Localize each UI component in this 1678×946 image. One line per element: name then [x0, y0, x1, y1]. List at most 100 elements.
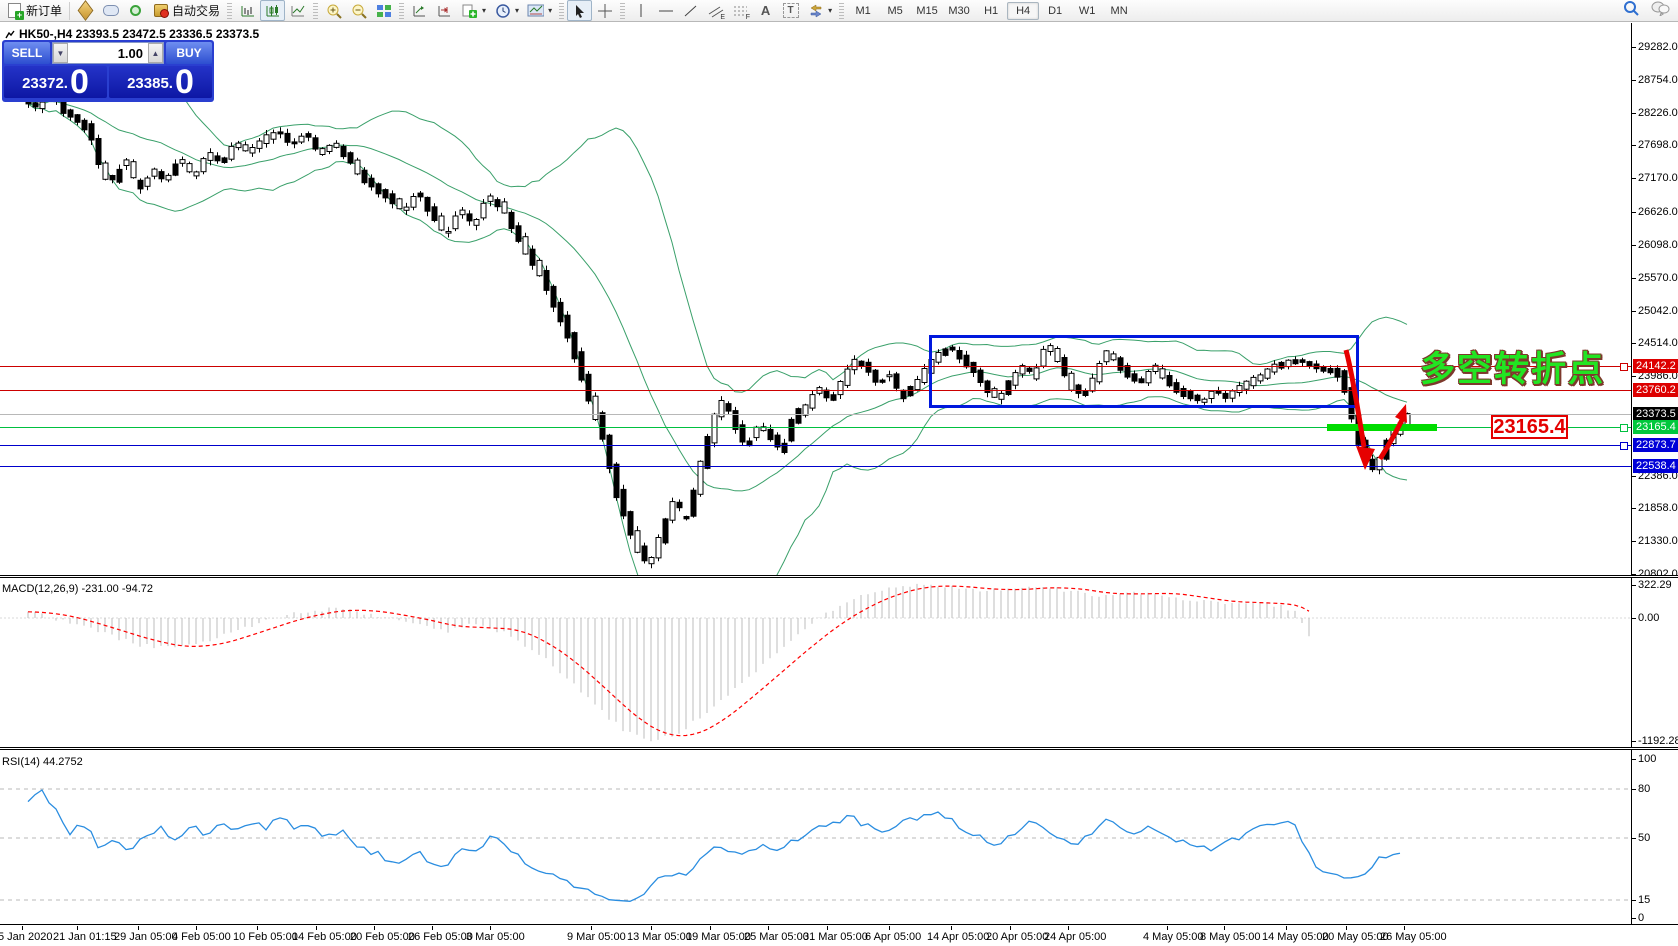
arrows-button[interactable]: ▾ [803, 0, 836, 21]
candle-body [844, 368, 851, 386]
horizontal-level-line-23373.5[interactable] [0, 414, 1631, 415]
timeframe-button-mn[interactable]: MN [1103, 2, 1135, 20]
timeframe-button-m5[interactable]: M5 [879, 2, 911, 20]
toolbar-grip [620, 2, 626, 19]
zoom-in-button[interactable] [321, 0, 346, 21]
candle-body [228, 145, 235, 160]
support-price-label[interactable]: 23165.4 [1491, 415, 1568, 439]
signal-button[interactable] [123, 0, 148, 21]
horizontal-line-button[interactable] [653, 0, 678, 21]
candle-body [788, 418, 795, 442]
time-axis-tick [710, 926, 711, 930]
zoom-out-button[interactable] [346, 0, 371, 21]
channel-icon: E [707, 3, 725, 21]
candle-body [669, 501, 676, 521]
horizontal-level-line-24142.2[interactable] [0, 366, 1631, 367]
chart-shift-button[interactable] [432, 0, 457, 21]
volume-decrease-button[interactable]: ▼ [53, 43, 68, 63]
level-anchor-marker[interactable] [1620, 442, 1628, 450]
indicators-button[interactable]: ▾ [457, 0, 490, 21]
timeframe-button-h1[interactable]: H1 [975, 2, 1007, 20]
candle-body [165, 174, 172, 181]
text-label-button[interactable]: T [778, 0, 803, 21]
time-axis-label: 31 Mar 05:00 [803, 931, 868, 943]
auto-trading-button[interactable]: 自动交易 [148, 0, 224, 21]
consolidation-rectangle[interactable] [929, 335, 1359, 408]
candlestick-chart-button[interactable] [260, 0, 286, 21]
candle-body [347, 152, 354, 164]
sell-price[interactable]: 23372. 0 [4, 65, 107, 99]
terminal-button[interactable] [98, 0, 123, 21]
cursor-button[interactable] [567, 0, 593, 21]
candle-body [1362, 439, 1369, 463]
rsi-tick-label: 15 [1631, 894, 1651, 906]
line-chart-icon [289, 3, 306, 19]
rsi-indicator-pane[interactable] [0, 750, 1631, 926]
time-axis-tick [77, 926, 78, 930]
templates-button[interactable]: ▾ [523, 0, 556, 21]
tile-windows-button[interactable] [371, 0, 396, 21]
search-button[interactable] [1623, 0, 1640, 22]
price-axis[interactable]: 29282.0 28754.0 28226.0 27698.0 27170.0 26626… [1631, 23, 1678, 926]
time-axis-tick [951, 926, 952, 930]
volume-value[interactable]: 1.00 [68, 46, 148, 61]
crosshair-button[interactable] [592, 0, 617, 21]
pane-separator[interactable] [0, 747, 1678, 750]
toolbar-grip [313, 2, 319, 19]
dropdown-caret-icon[interactable]: ▾ [548, 6, 552, 15]
candle-body [431, 206, 438, 222]
support-highlight-bar[interactable] [1327, 424, 1437, 431]
candle-body [557, 301, 564, 323]
equidistant-channel-button[interactable]: E [703, 0, 728, 21]
buy-price-main: 23385. [127, 75, 173, 92]
buy-price[interactable]: 23385. 0 [109, 65, 212, 99]
auto-scroll-icon [411, 3, 428, 19]
buy-button[interactable]: BUY [166, 42, 212, 64]
toolbar-separator [69, 1, 71, 20]
level-anchor-marker[interactable] [1620, 424, 1628, 432]
periods-button[interactable]: ▾ [490, 0, 523, 21]
new-order-button[interactable]: + 新订单 [2, 0, 66, 21]
main-price-chart[interactable] [0, 24, 1631, 577]
timeframe-button-d1[interactable]: D1 [1039, 2, 1071, 20]
pane-separator[interactable] [0, 575, 1678, 578]
dropdown-caret-icon[interactable]: ▾ [515, 6, 519, 15]
candle-body [389, 193, 396, 205]
candle-body [445, 231, 452, 234]
auto-scroll-button[interactable] [407, 0, 432, 21]
horizontal-level-line-22538.4[interactable] [0, 466, 1631, 467]
trendline-button[interactable] [678, 0, 703, 21]
vertical-line-button[interactable] [628, 0, 653, 21]
candle-body [312, 137, 319, 150]
timeframe-button-h4[interactable]: H4 [1007, 1, 1040, 20]
timeframe-button-m1[interactable]: M1 [847, 2, 879, 20]
candle-body [291, 141, 298, 145]
timeframe-button-w1[interactable]: W1 [1071, 2, 1103, 20]
turning-point-annotation[interactable]: 多空转折点 [1420, 341, 1605, 392]
timeframe-button-m30[interactable]: M30 [943, 2, 975, 20]
level-anchor-marker[interactable] [1620, 363, 1628, 371]
candle-body [74, 114, 81, 123]
time-axis[interactable]: 5 Jan 2020 21 Jan 01:15 29 Jan 05:00 4 Feb … [0, 926, 1678, 946]
horizontal-level-line-23760.2[interactable] [0, 390, 1631, 391]
time-axis-tick [1224, 926, 1225, 930]
bar-chart-button[interactable] [235, 0, 260, 21]
text-button[interactable]: A [753, 0, 778, 21]
fibonacci-button[interactable]: F [728, 0, 753, 21]
dropdown-caret-icon[interactable]: ▾ [482, 6, 486, 15]
horizontal-level-line-22873.7[interactable] [0, 445, 1631, 446]
chat-button[interactable] [1650, 0, 1670, 21]
candle-body [319, 148, 326, 156]
sell-button[interactable]: SELL [4, 42, 50, 64]
volume-field[interactable]: ▼ 1.00 ▲ [52, 42, 164, 64]
candle-body [172, 163, 179, 176]
quotes-button[interactable] [73, 0, 98, 21]
time-axis-tick [827, 926, 828, 930]
dropdown-caret-icon[interactable]: ▾ [828, 6, 832, 15]
line-chart-button[interactable] [285, 0, 310, 21]
time-axis-label: 4 May 05:00 [1143, 931, 1204, 943]
macd-indicator-pane[interactable] [0, 578, 1631, 749]
candle-body [1390, 429, 1397, 445]
volume-increase-button[interactable]: ▲ [148, 43, 163, 63]
timeframe-button-m15[interactable]: M15 [911, 2, 943, 20]
